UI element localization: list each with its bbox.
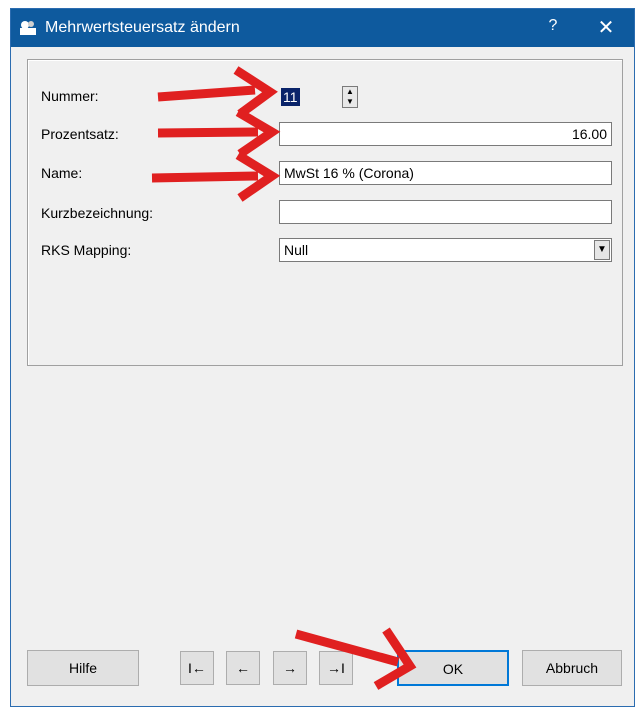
annotation-overlay — [151, 66, 417, 690]
arrow-ok-icon — [294, 627, 417, 690]
arrow-prozentsatz-icon — [157, 108, 281, 158]
arrow-name-icon — [151, 151, 281, 202]
arrow-nummer-icon — [157, 66, 278, 118]
